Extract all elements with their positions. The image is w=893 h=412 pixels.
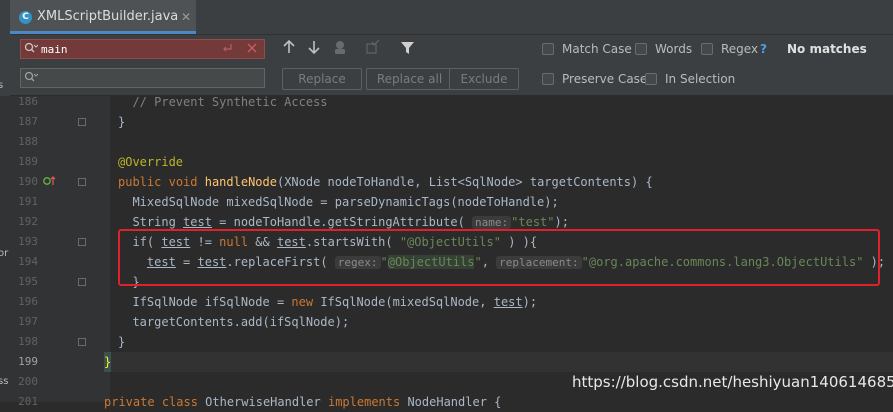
match-case-checkbox[interactable] xyxy=(542,43,554,55)
search-icon xyxy=(24,42,39,57)
code-line: private class OtherwiseHandler implement… xyxy=(104,395,502,409)
line-number: 187 xyxy=(18,115,38,128)
line-number-current: 199 xyxy=(18,355,38,368)
editor-tab-bar: C XMLScriptBuilder.java ✕ xyxy=(10,0,893,35)
line-number: 190 xyxy=(18,175,38,188)
line-number-gutter: 186 187 188 189 190 191 192 193 194 195 … xyxy=(10,95,110,408)
code-line: // Prevent Synthetic Access xyxy=(132,95,328,109)
line-number: 194 xyxy=(18,255,38,268)
fold-marker[interactable] xyxy=(78,238,86,246)
regex-checkbox[interactable] xyxy=(701,43,713,55)
line-number: 198 xyxy=(18,335,38,348)
replace-input[interactable] xyxy=(41,70,211,86)
watermark: https://blog.csdn.net/heshiyuan140614685… xyxy=(572,373,893,391)
find-replace-bar: Replace Replace all Exclude Match Case W… xyxy=(10,35,893,96)
regex-help-icon[interactable]: ? xyxy=(760,42,767,56)
param-hint: name: xyxy=(472,216,512,229)
replace-field[interactable] xyxy=(20,68,265,88)
newline-icon[interactable] xyxy=(221,42,233,57)
line-number: 200 xyxy=(18,375,38,388)
strip-text-top: s xyxy=(0,80,4,91)
code-line: public void handleNode(XNode nodeToHandl… xyxy=(118,175,653,189)
words-label: Words xyxy=(655,42,693,56)
exclude-button[interactable]: Exclude xyxy=(449,68,519,90)
code-line: IfSqlNode ifSqlNode = new IfSqlNode(mixe… xyxy=(132,295,538,309)
fold-marker[interactable] xyxy=(78,278,86,286)
match-case-label: Match Case xyxy=(562,42,632,56)
fold-marker[interactable] xyxy=(78,338,86,346)
strip-text-mid: or xyxy=(0,248,9,259)
code-line: } xyxy=(118,335,126,349)
java-class-icon: C xyxy=(19,11,32,24)
tab-label: XMLScriptBuilder.java xyxy=(37,9,179,24)
select-all-occurrences-icon[interactable] xyxy=(365,39,381,59)
replace-button[interactable]: Replace xyxy=(282,68,362,90)
filter-icon[interactable] xyxy=(400,40,416,60)
code-line: MixedSqlNode mixedSqlNode = parseDynamic… xyxy=(132,195,559,209)
preserve-case-checkbox[interactable] xyxy=(542,73,554,85)
strip-text-bottom: ss xyxy=(0,376,9,387)
code-line: @Override xyxy=(118,155,184,169)
tab-xmlscriptbuilder[interactable]: C XMLScriptBuilder.java ✕ xyxy=(10,0,196,34)
line-number: 188 xyxy=(18,135,38,148)
tab-active-indicator xyxy=(10,31,196,34)
search-icon xyxy=(24,71,39,86)
words-checkbox[interactable] xyxy=(635,43,647,55)
clear-icon[interactable] xyxy=(246,42,258,57)
regex-label: Regex xyxy=(721,42,759,56)
line-number: 193 xyxy=(18,235,38,248)
search-field[interactable] xyxy=(20,39,265,59)
code-line-current: } xyxy=(104,352,112,372)
arrow-up-icon[interactable] xyxy=(282,39,296,59)
line-number: 196 xyxy=(18,295,38,308)
code-line: targetContents.add(ifSqlNode); xyxy=(132,315,350,329)
replace-all-button[interactable]: Replace all xyxy=(366,68,453,90)
close-icon[interactable]: ✕ xyxy=(181,10,191,24)
match-status: No matches xyxy=(787,42,867,56)
left-tool-strip: s or ss xyxy=(0,0,10,402)
in-selection-checkbox[interactable] xyxy=(645,73,657,85)
line-number: 191 xyxy=(18,195,38,208)
line-number: 189 xyxy=(18,155,38,168)
override-method-icon[interactable] xyxy=(43,175,57,190)
line-number: 197 xyxy=(18,315,38,328)
line-number: 201 xyxy=(18,395,38,408)
line-number: 195 xyxy=(18,275,38,288)
fold-marker[interactable] xyxy=(78,118,86,126)
preserve-case-label: Preserve Case xyxy=(562,72,648,86)
code-line: } xyxy=(118,115,126,129)
highlight-annotation-box xyxy=(118,229,880,286)
occurrence-icon[interactable] xyxy=(332,39,348,59)
in-selection-label: In Selection xyxy=(665,72,736,86)
search-input[interactable] xyxy=(41,41,211,57)
line-number: 186 xyxy=(18,95,38,108)
arrow-down-icon[interactable] xyxy=(307,39,321,59)
line-number: 192 xyxy=(18,215,38,228)
fold-marker[interactable] xyxy=(78,178,86,186)
